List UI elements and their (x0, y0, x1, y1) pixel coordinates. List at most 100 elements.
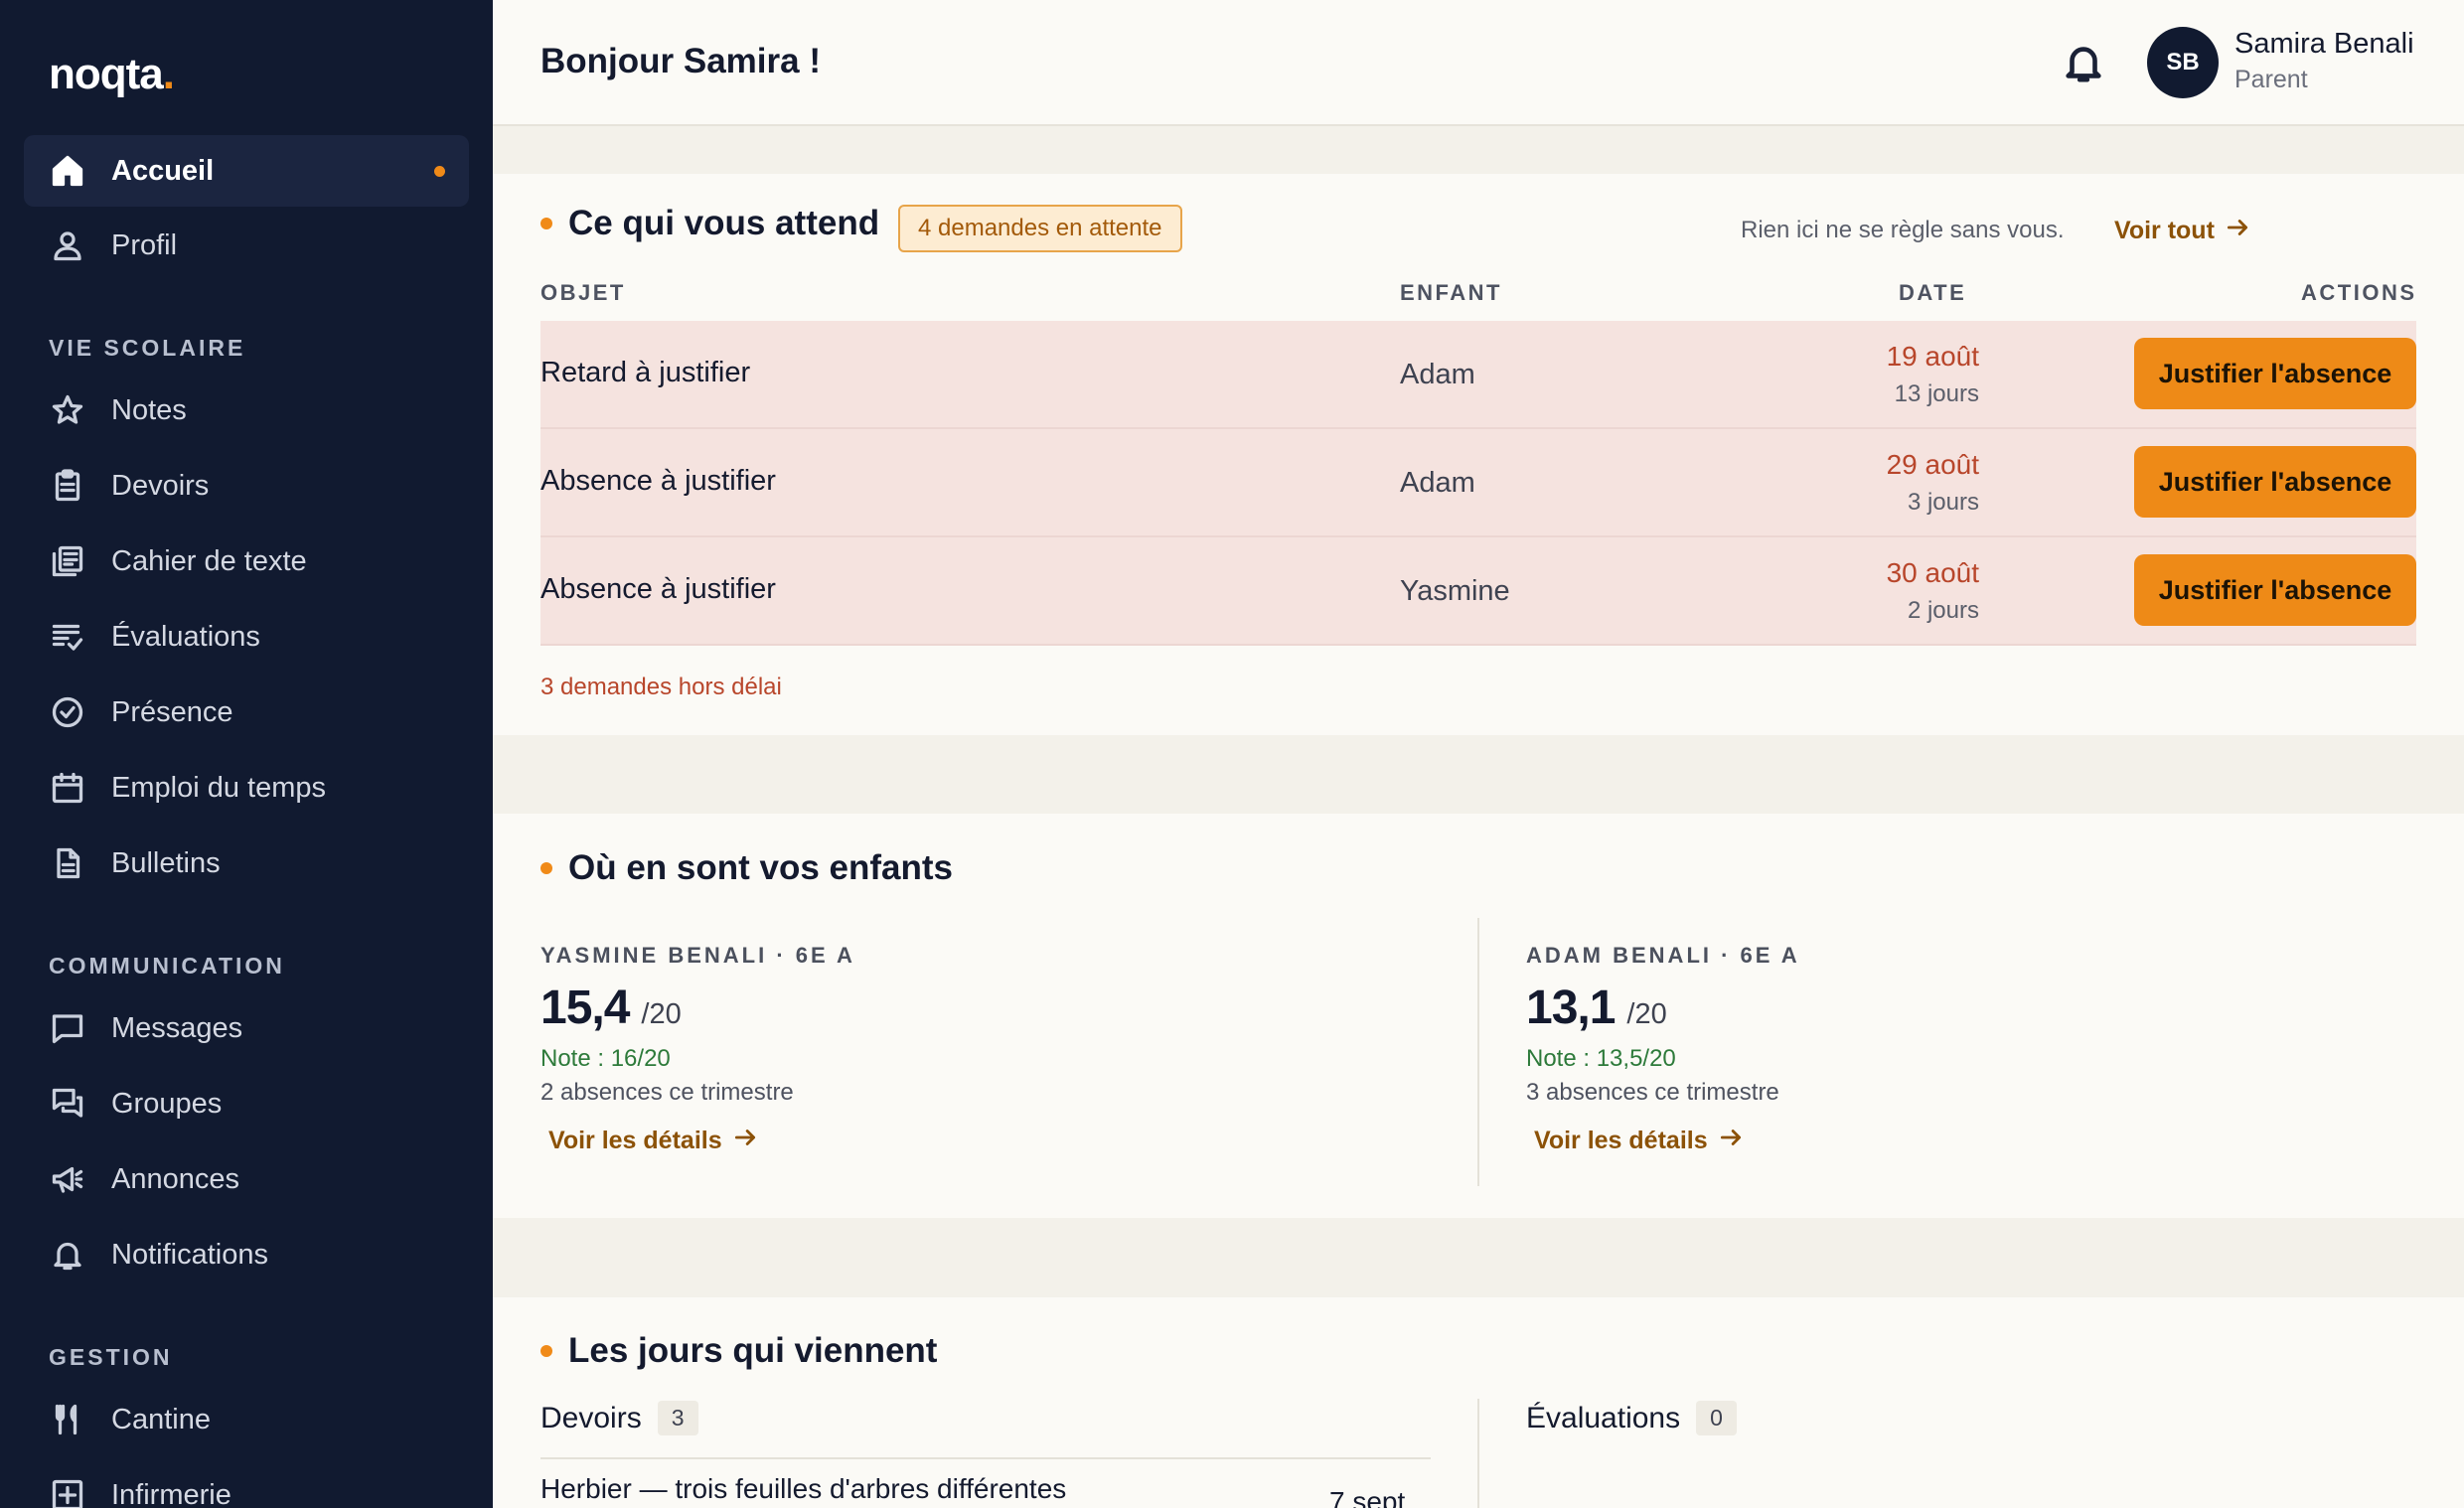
justify-absence-button[interactable]: Justifier l'absence (2134, 446, 2416, 518)
sidebar-item-emploi-du-temps[interactable]: Emploi du temps (24, 752, 469, 824)
row-objet: Retard à justifier (540, 357, 751, 388)
megaphone-icon (48, 1159, 87, 1199)
user-role: Parent (2234, 66, 2308, 93)
clipboard-icon (48, 466, 87, 506)
column-divider (1477, 1399, 1479, 1508)
main-content: Bonjour Samira ! SB Samira Benali Parent… (493, 0, 2464, 1508)
justify-absence-button[interactable]: Justifier l'absence (2134, 338, 2416, 409)
chat-group-icon (48, 1084, 87, 1124)
sidebar-item-label: Bulletins (111, 846, 221, 879)
user-name[interactable]: Samira Benali (2234, 28, 2414, 61)
active-indicator (434, 165, 445, 177)
row-delay: 3 jours (1907, 489, 1979, 516)
child-name: ADAM BENALI · 6E A (1526, 943, 1800, 968)
app-logo[interactable]: noqta. (49, 50, 175, 99)
pending-count-badge: 4 demandes en attente (898, 205, 1182, 252)
sidebar-item-cahier-de-texte[interactable]: Cahier de texte (24, 526, 469, 597)
evaluations-heading[interactable]: Évaluations 0 (1526, 1401, 1737, 1435)
section-title: Ce qui vous attend (540, 204, 879, 243)
child-absences: 3 absences ce trimestre (1526, 1079, 1779, 1106)
medical-cross-icon (48, 1475, 87, 1508)
sidebar-item-messages[interactable]: Messages (24, 992, 469, 1064)
checklist-icon (48, 617, 87, 657)
row-date: 30 août (1886, 557, 1979, 588)
column-header-date: DATE (1899, 280, 1967, 305)
column-header-actions: ACTIONS (2301, 280, 2417, 305)
arrow-right-icon (1708, 1125, 1744, 1157)
sidebar-item-infirmerie[interactable]: Infirmerie (24, 1459, 469, 1508)
star-icon (48, 390, 87, 430)
sidebar-item-label: Profil (111, 228, 178, 261)
document-icon (48, 843, 87, 883)
child-average: 15,4/20 (540, 981, 682, 1034)
arrow-right-icon (722, 1125, 758, 1157)
divider (540, 1457, 1431, 1459)
sidebar-item-evaluations[interactable]: Évaluations (24, 601, 469, 673)
bell-icon (48, 1235, 87, 1275)
child-last-note: Note : 16/20 (540, 1045, 671, 1072)
child-average: 13,1/20 (1526, 981, 1667, 1034)
sidebar-item-notifications[interactable]: Notifications (24, 1219, 469, 1290)
column-divider (1477, 918, 1479, 1186)
sidebar-item-accueil[interactable]: Accueil (24, 135, 469, 207)
sidebar-item-label: Emploi du temps (111, 771, 326, 804)
notifications-bell-icon[interactable] (2061, 40, 2106, 85)
notebook-icon (48, 541, 87, 581)
bullet-dot (540, 1345, 552, 1357)
child-summary-yasmine: YASMINE BENALI · 6E A 15,4/20 Note : 16/… (540, 943, 855, 1157)
sidebar-item-bulletins[interactable]: Bulletins (24, 828, 469, 899)
homework-item-title[interactable]: Herbier — trois feuilles d'arbres différ… (540, 1473, 1066, 1505)
sidebar-item-label: Messages (111, 1011, 243, 1044)
column-header-enfant: ENFANT (1400, 280, 1502, 305)
devoirs-heading[interactable]: Devoirs 3 (540, 1401, 698, 1435)
count-badge: 3 (657, 1401, 698, 1435)
page-title: Bonjour Samira ! (540, 42, 821, 80)
sidebar-item-label: Cantine (111, 1403, 211, 1435)
sidebar-item-cantine[interactable]: Cantine (24, 1384, 469, 1455)
sidebar-item-label: Évaluations (111, 620, 260, 653)
child-absences: 2 absences ce trimestre (540, 1079, 794, 1106)
section-title: Où en sont vos enfants (540, 848, 953, 888)
sidebar-item-label: Présence (111, 695, 233, 728)
sidebar-item-label: Accueil (111, 154, 215, 187)
count-badge: 0 (1696, 1401, 1737, 1435)
avatar[interactable]: SB (2147, 27, 2219, 98)
table-row: Absence à justifier Yasmine 30 août 2 jo… (540, 537, 2416, 646)
sidebar-item-notes[interactable]: Notes (24, 375, 469, 446)
message-icon (48, 1008, 87, 1048)
view-details-link[interactable]: Voir les détails (1534, 1125, 1800, 1157)
sidebar-item-annonces[interactable]: Annonces (24, 1143, 469, 1215)
row-delay: 13 jours (1894, 380, 1979, 407)
sidebar-item-label: Groupes (111, 1087, 223, 1120)
view-details-link[interactable]: Voir les détails (548, 1125, 855, 1157)
child-last-note: Note : 13,5/20 (1526, 1045, 1676, 1072)
row-enfant: Adam (1400, 467, 1475, 499)
child-name: YASMINE BENALI · 6E A (540, 943, 855, 968)
sidebar-item-label: Devoirs (111, 469, 210, 502)
top-bar: Bonjour Samira ! SB Samira Benali Parent (493, 0, 2464, 126)
user-icon (48, 226, 87, 265)
sidebar-item-profil[interactable]: Profil (24, 210, 469, 281)
justify-absence-button[interactable]: Justifier l'absence (2134, 554, 2416, 626)
sidebar-item-presence[interactable]: Présence (24, 677, 469, 748)
section-title: Les jours qui viennent (540, 1331, 937, 1371)
sidebar-item-label: Cahier de texte (111, 544, 307, 577)
bullet-dot (540, 862, 552, 874)
check-circle-icon (48, 692, 87, 732)
section-label-vie-scolaire: VIE SCOLAIRE (49, 335, 246, 361)
row-objet: Absence à justifier (540, 465, 776, 497)
row-delay: 2 jours (1907, 597, 1979, 624)
table-row: Absence à justifier Adam 29 août 3 jours… (540, 429, 2416, 537)
fork-knife-icon (48, 1400, 87, 1439)
sidebar-item-groupes[interactable]: Groupes (24, 1068, 469, 1139)
sidebar: noqta. Accueil Profil VIE SCOLAIRE Notes… (0, 0, 493, 1508)
column-header-objet: OBJET (540, 280, 626, 305)
late-requests-note: 3 demandes hors délai (540, 674, 782, 700)
sidebar-item-devoirs[interactable]: Devoirs (24, 450, 469, 522)
home-icon (48, 151, 87, 191)
helper-text: Rien ici ne se règle sans vous. (1741, 217, 2065, 243)
calendar-icon (48, 768, 87, 808)
see-all-link[interactable]: Voir tout (2114, 215, 2250, 247)
sidebar-item-label: Notes (111, 393, 187, 426)
row-enfant: Yasmine (1400, 575, 1510, 607)
